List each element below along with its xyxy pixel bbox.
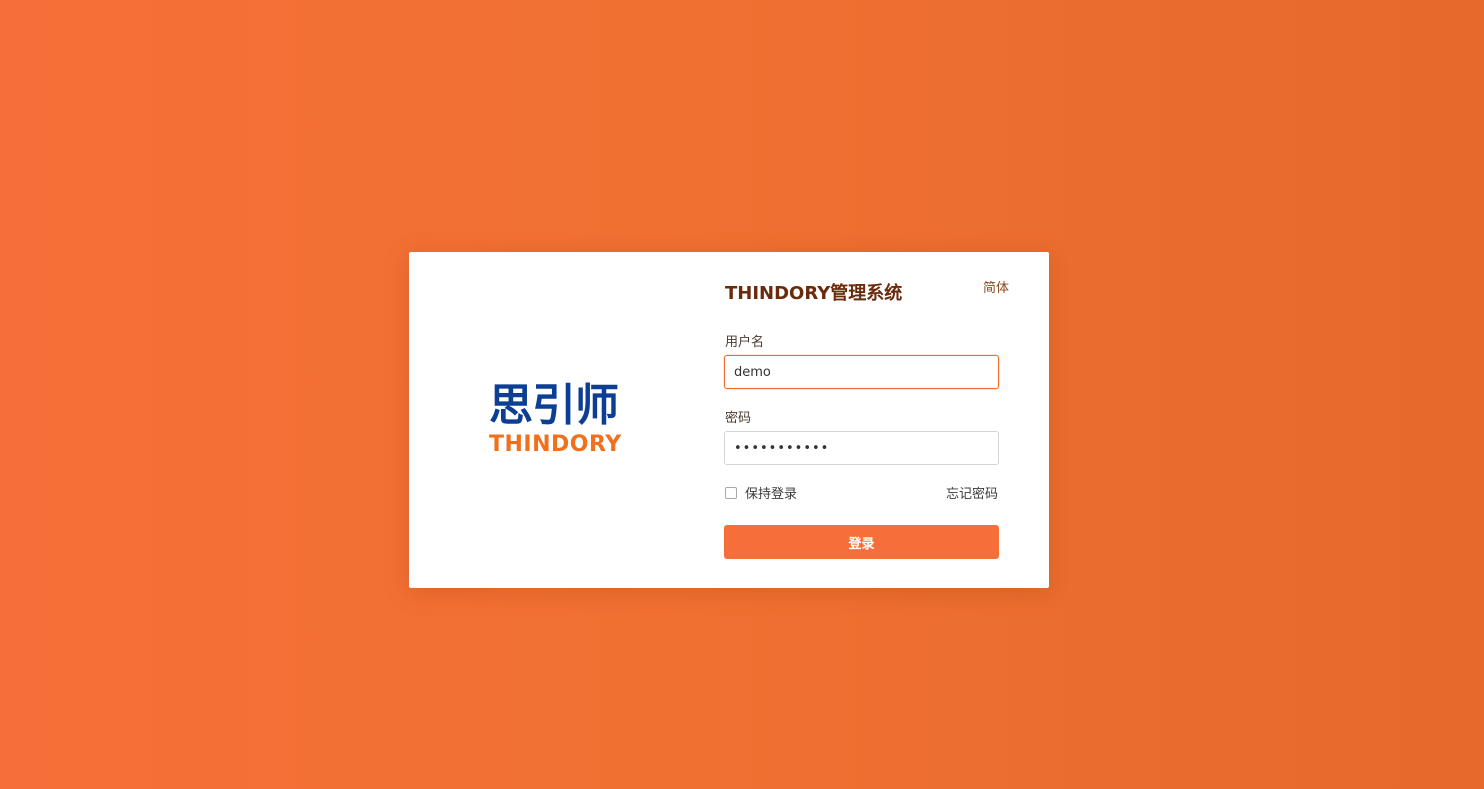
login-button[interactable]: 登录 <box>724 525 999 559</box>
page-title: THINDORY管理系统 <box>725 283 903 304</box>
remember-label: 保持登录 <box>745 487 798 502</box>
remember-me-toggle[interactable]: 保持登录 <box>725 483 797 502</box>
password-input[interactable] <box>724 431 999 465</box>
username-input[interactable] <box>724 355 999 389</box>
brand-logo: 思引师 THINDORY <box>489 382 629 458</box>
username-label: 用户名 <box>725 335 765 350</box>
logo-english-text: THINDORY <box>489 432 622 457</box>
forgot-password-link[interactable]: 忘记密码 <box>946 483 998 502</box>
password-label: 密码 <box>725 411 752 426</box>
remember-checkbox[interactable] <box>725 486 737 499</box>
language-switch[interactable]: 简体 <box>983 277 1009 296</box>
login-card: 思引师 THINDORY 简体 THINDORY管理系统 用户名 密码 保持登录… <box>409 252 1049 588</box>
logo-chinese-text: 思引师 <box>489 380 619 431</box>
